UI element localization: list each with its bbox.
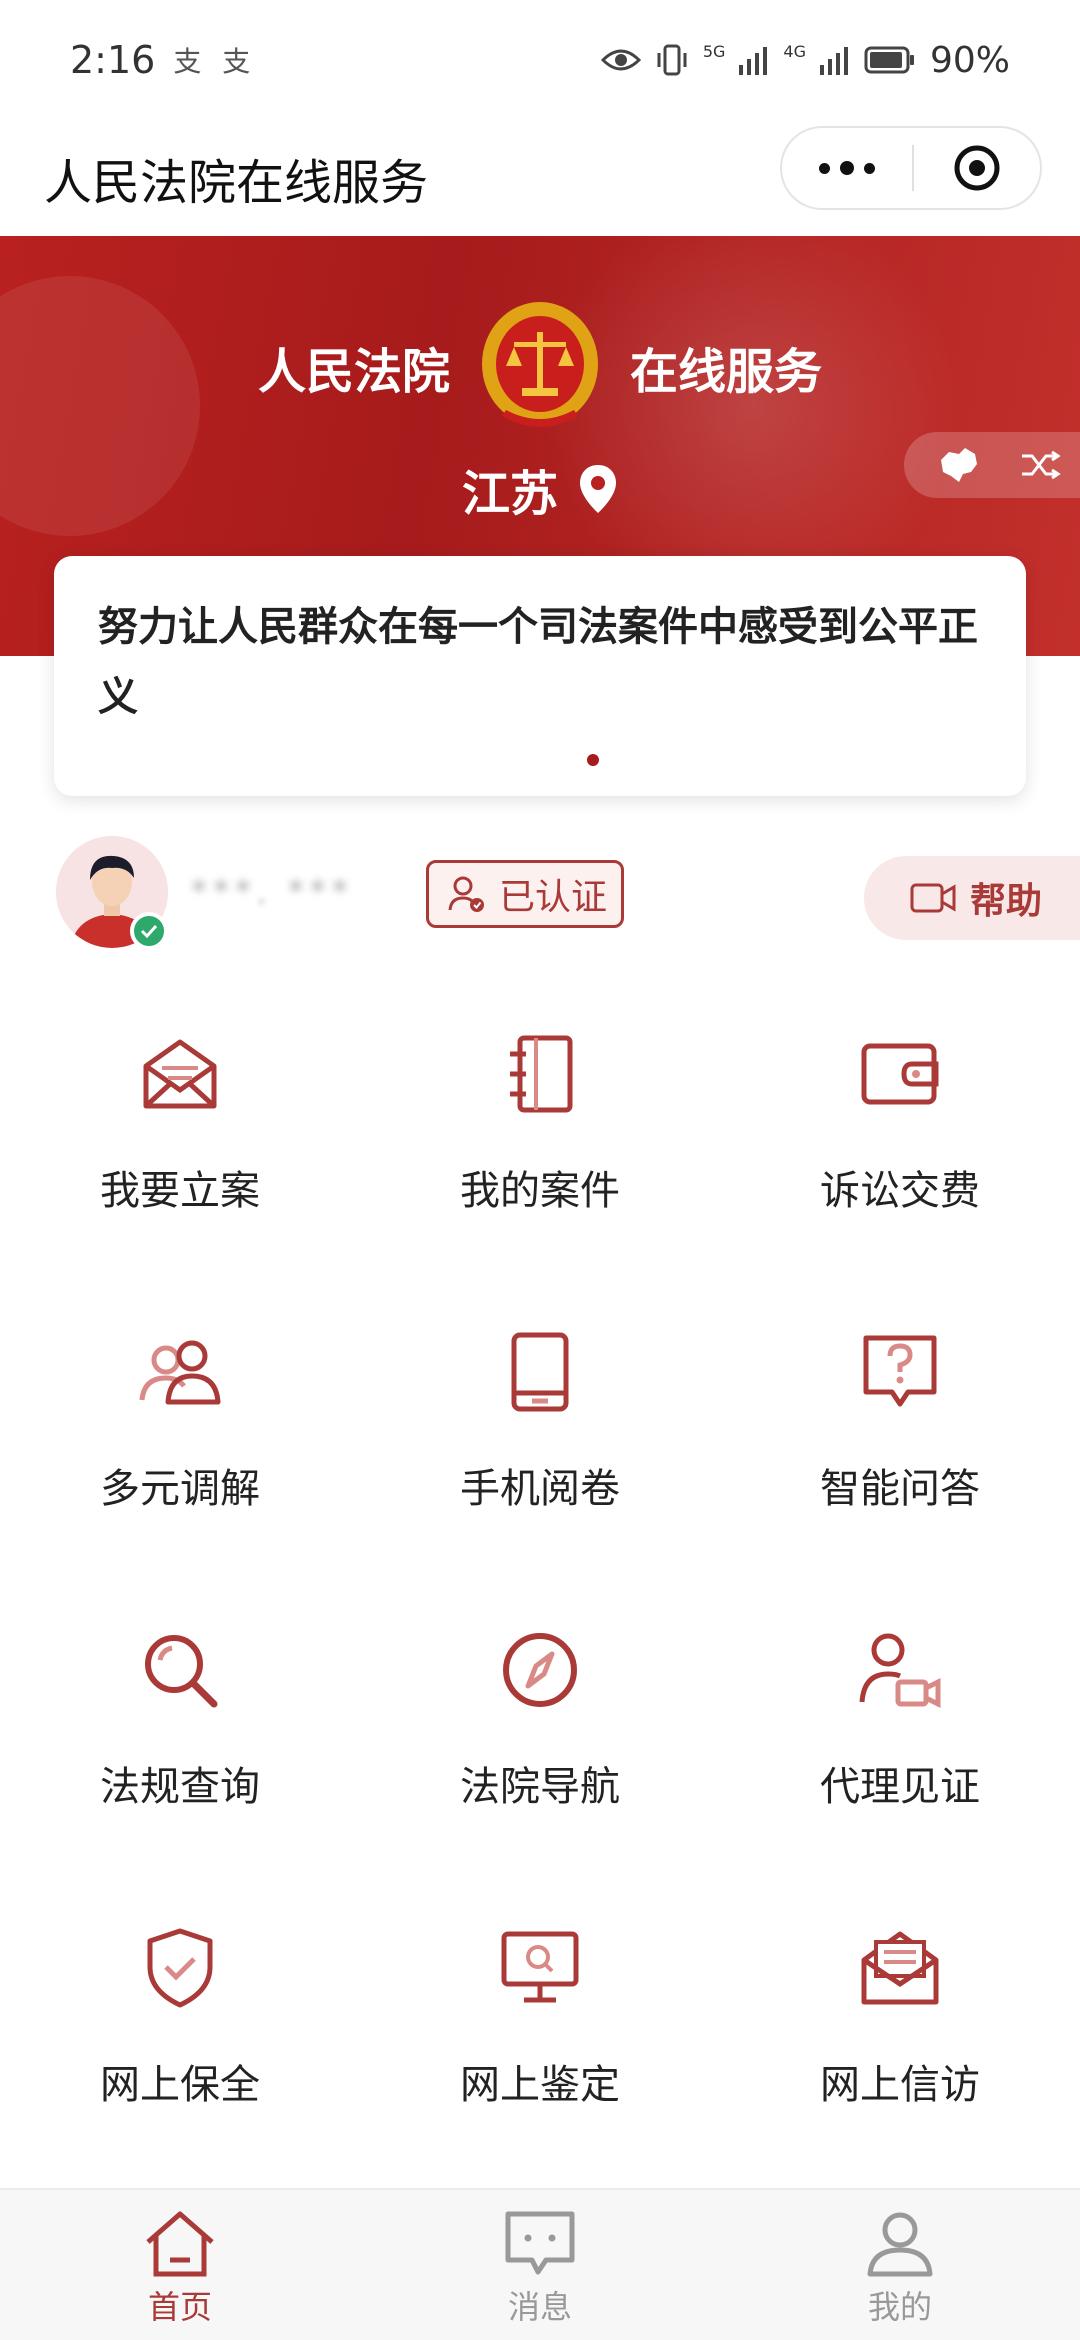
signal-icon-2 (819, 47, 848, 75)
verified-label: 已认证 (499, 877, 608, 918)
user-verified-icon (448, 876, 484, 912)
service-label: 我要立案 (100, 1168, 260, 1214)
bottom-tab-bar: 首页 消息 我的 (0, 2188, 1080, 2340)
tab-label: 首页 (147, 2288, 212, 2326)
target-icon (954, 145, 1000, 191)
signal-icon (739, 47, 768, 75)
network-4g-label: 4G (783, 41, 806, 61)
service-litigation-fee[interactable]: 诉讼交费 (720, 1010, 1080, 1308)
service-label: 网上保全 (100, 2062, 260, 2108)
home-icon (146, 2211, 214, 2277)
switch-region-button[interactable] (904, 432, 1080, 498)
person-video-icon (850, 1620, 950, 1720)
vibrate-icon (657, 44, 687, 76)
slogan-card[interactable]: 努力让人民群众在每一个司法案件中感受到公平正义 (54, 556, 1026, 796)
service-label: 诉讼交费 (820, 1168, 980, 1214)
more-dot (864, 162, 875, 174)
monitor-search-icon (490, 1918, 590, 2018)
status-right: 5G 4G 90% (600, 39, 1010, 81)
shield-check-icon (130, 1918, 230, 2018)
close-mini-program-button[interactable] (914, 143, 1040, 193)
wallet-icon (850, 1024, 950, 1124)
service-label: 网上信访 (820, 2062, 980, 2108)
people-icon (130, 1322, 230, 1422)
banner-title-left: 人民法院 (257, 344, 450, 400)
help-label: 帮助 (970, 881, 1043, 922)
china-map-icon (940, 448, 977, 482)
search-icon (130, 1620, 230, 1720)
location-pin-icon (580, 465, 616, 513)
profile-icon (867, 2212, 933, 2277)
tab-home[interactable]: 首页 (0, 2190, 360, 2340)
letter-icon (850, 1918, 950, 2018)
service-online-petition[interactable]: 网上信访 (720, 1904, 1080, 2202)
page-title: 人民法院在线服务 (44, 155, 429, 211)
service-mobile-reading[interactable]: 手机阅卷 (360, 1308, 720, 1606)
tab-messages[interactable]: 消息 (360, 2190, 720, 2340)
service-label: 智能问答 (820, 1466, 980, 1512)
service-smart-qa[interactable]: 智能问答 (720, 1308, 1080, 1606)
battery-percent: 90% (929, 39, 1010, 81)
service-label: 多元调解 (100, 1466, 260, 1512)
battery-icon (864, 46, 914, 74)
service-label: 法院导航 (460, 1764, 620, 1810)
service-file-case[interactable]: 我要立案 (0, 1010, 360, 1308)
service-online-appraisal[interactable]: 网上鉴定 (360, 1904, 720, 2202)
service-law-search[interactable]: 法规查询 (0, 1606, 360, 1904)
verified-status[interactable]: 已认证 (426, 860, 624, 928)
user-name: ***. *** (190, 872, 353, 913)
help-button[interactable]: 帮助 (864, 856, 1080, 940)
more-button[interactable] (782, 128, 912, 208)
user-info-row: ***. *** 已认证 帮助 (0, 836, 1080, 956)
status-bar: 2:16 支 支 5G 4G 90% (0, 0, 1080, 120)
slogan-text: 努力让人民群众在每一个司法案件中感受到公平正义 (98, 604, 978, 720)
service-mediation[interactable]: 多元调解 (0, 1308, 360, 1606)
verified-badge-icon (130, 912, 168, 950)
service-label: 代理见证 (820, 1764, 980, 1810)
status-left: 2:16 支 支 (70, 38, 256, 82)
tablet-icon (490, 1322, 590, 1422)
banner-title: 人民法院 在线服务 (0, 298, 1080, 436)
carousel-indicator (587, 754, 599, 766)
question-bubble-icon (850, 1322, 950, 1422)
service-label: 手机阅卷 (460, 1466, 620, 1512)
title-bar: 人民法院在线服务 (0, 120, 1080, 236)
status-time: 2:16 (70, 38, 156, 82)
video-camera-icon (910, 883, 956, 913)
eye-icon (600, 49, 641, 71)
service-my-cases[interactable]: 我的案件 (360, 1010, 720, 1308)
service-online-preservation[interactable]: 网上保全 (0, 1904, 360, 2202)
tab-label: 消息 (507, 2288, 572, 2326)
service-label: 网上鉴定 (460, 2062, 620, 2108)
service-court-navigation[interactable]: 法院导航 (360, 1606, 720, 1904)
network-5g-label: 5G (702, 41, 726, 61)
more-dot (840, 161, 854, 175)
banner-title-right: 在线服务 (630, 344, 823, 400)
tab-profile[interactable]: 我的 (720, 2190, 1080, 2340)
notebook-icon (490, 1024, 590, 1124)
service-grid: 我要立案 我的案件 诉讼交费 多元调解 手机阅卷 智能问答 法规查询 法院导航 … (0, 1010, 1080, 2202)
compass-icon (490, 1620, 590, 1720)
notification-icons: 支 支 (173, 45, 257, 78)
region-name: 江苏 (461, 466, 558, 522)
mini-program-capsule (780, 126, 1042, 210)
service-label: 我的案件 (460, 1168, 620, 1214)
envelope-open-icon (130, 1024, 230, 1124)
message-icon (505, 2211, 575, 2275)
shuffle-icon (1021, 450, 1061, 480)
more-dot (819, 162, 830, 174)
service-label: 法规查询 (100, 1764, 260, 1810)
tab-label: 我的 (867, 2288, 932, 2326)
service-proxy-witness[interactable]: 代理见证 (720, 1606, 1080, 1904)
court-emblem-icon (482, 302, 598, 427)
